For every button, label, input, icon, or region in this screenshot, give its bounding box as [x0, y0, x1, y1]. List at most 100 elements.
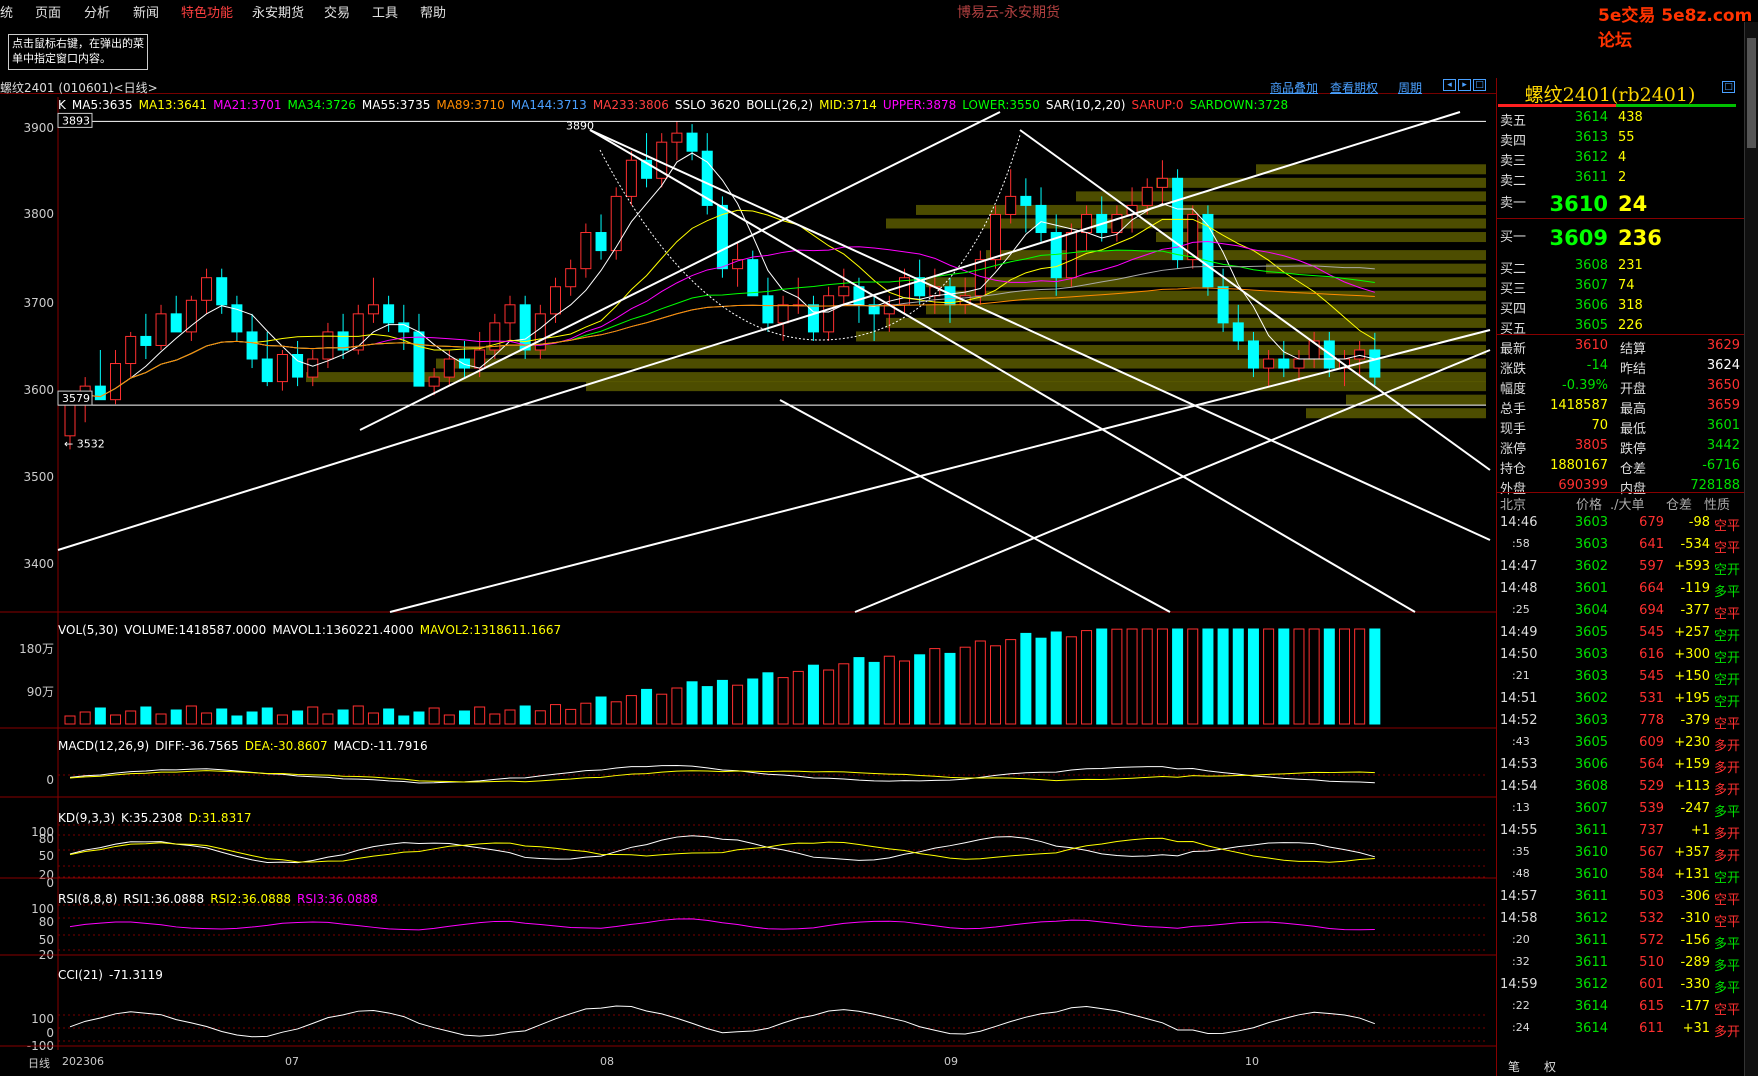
- right-scrollbar[interactable]: [1744, 22, 1758, 1076]
- volume-bar: [337, 709, 349, 725]
- tick-row: 14:58 3612 532 -310 空平: [1500, 911, 1740, 930]
- ask-row[interactable]: 卖四 3613 55: [1500, 130, 1740, 150]
- volume-bar: [641, 688, 653, 725]
- candle-body: [216, 277, 228, 306]
- volume-bar: [1263, 628, 1275, 725]
- volume-bar: [580, 702, 592, 725]
- candle-body: [428, 376, 440, 387]
- trend-line: [589, 129, 1416, 613]
- candle-body: [1232, 322, 1244, 342]
- tick-row: 14:51 3602 531 +195 空开: [1500, 691, 1740, 710]
- candle-body: [458, 358, 470, 369]
- volume-bar: [1141, 628, 1153, 725]
- volume-bar: [1187, 628, 1199, 725]
- volume-bar: [625, 695, 637, 725]
- kline-chart[interactable]: 389335793890← 3532: [0, 0, 1496, 1076]
- candle-body: [276, 354, 288, 383]
- bid-row[interactable]: 买二 3608 231: [1500, 258, 1740, 278]
- volume-bar: [383, 708, 395, 725]
- volume-bar: [1081, 630, 1093, 725]
- ask-row[interactable]: 卖五 3614 438: [1500, 110, 1740, 130]
- tick-header-vol: ./大单: [1610, 498, 1645, 513]
- candle-body: [1020, 195, 1032, 206]
- bid-row[interactable]: 买三 3607 74: [1500, 278, 1740, 298]
- volume-bar: [792, 670, 804, 725]
- volume-bar: [656, 693, 668, 725]
- candle-body: [990, 213, 1002, 261]
- inner-bar: [1616, 104, 1736, 107]
- stat-row: 持仓 1880167 仓差 -6716: [1500, 458, 1740, 477]
- volume-bar: [367, 712, 379, 725]
- candle-body: [1263, 358, 1275, 369]
- tab-rights[interactable]: 权: [1544, 1058, 1556, 1075]
- quote-expand-icon[interactable]: □: [1722, 81, 1735, 93]
- tick-row: 14:55 3611 737 +1 多开: [1500, 823, 1740, 842]
- volume-bar: [898, 660, 910, 725]
- tick-header-price: 价格: [1576, 498, 1603, 513]
- volume-bar: [671, 687, 683, 725]
- volume-bar: [504, 709, 516, 725]
- candle-body: [504, 304, 516, 324]
- volume-bar: [868, 661, 880, 725]
- volume-bar: [64, 715, 76, 725]
- tick-row: :24 3614 611 +31 多开: [1512, 1021, 1740, 1040]
- high-box-label: 3893: [62, 114, 90, 127]
- volume-bar: [610, 701, 622, 725]
- candle-body: [170, 313, 182, 333]
- watermark: 5e交易 5e8z.com 论坛: [1598, 6, 1753, 51]
- volume-profile-bar: [1306, 408, 1486, 419]
- candle-body: [898, 277, 910, 306]
- volume-bar: [201, 712, 213, 725]
- volume-bar: [352, 705, 364, 725]
- divider: [1496, 218, 1744, 219]
- candle-body: [94, 385, 106, 401]
- candle-body: [261, 358, 273, 383]
- tab-ticks[interactable]: 笔: [1508, 1058, 1520, 1075]
- tick-row: 14:48 3601 664 -119 多平: [1500, 581, 1740, 600]
- candle-body: [443, 358, 455, 378]
- volume-profile-bar: [1076, 191, 1486, 202]
- macd-diff-line: [69, 764, 1375, 784]
- tick-row: :58 3603 641 -534 空平: [1512, 537, 1740, 556]
- volume-bar: [443, 714, 455, 725]
- bid-row[interactable]: 买一 3609 236: [1500, 226, 1740, 250]
- candle-body: [550, 286, 562, 315]
- volume-bar: [94, 707, 106, 725]
- candle-body: [367, 304, 379, 315]
- tick-row: 14:52 3603 778 -379 空平: [1500, 713, 1740, 732]
- candle-body: [777, 304, 789, 324]
- bid-row[interactable]: 买四 3606 318: [1500, 298, 1740, 318]
- volume-bar: [959, 646, 971, 725]
- candle-body: [625, 159, 637, 197]
- candle-body: [762, 295, 774, 324]
- volume-bar: [732, 684, 744, 725]
- volume-bar: [929, 648, 941, 725]
- volume-bar: [398, 715, 410, 725]
- tick-row: 14:57 3611 503 -306 空平: [1500, 889, 1740, 908]
- volume-bar: [185, 705, 197, 725]
- tick-row: 14:49 3605 545 +257 空开: [1500, 625, 1740, 644]
- volume-bar: [1065, 636, 1077, 725]
- volume-bar: [914, 654, 926, 725]
- volume-bar: [216, 708, 228, 725]
- tick-row: 14:47 3602 597 +593 空开: [1500, 559, 1740, 578]
- volume-bar: [413, 711, 425, 725]
- stat-row: 涨跌 -14 昨结 3624: [1500, 358, 1740, 377]
- volume-bar: [1020, 632, 1032, 725]
- ask-row[interactable]: 卖一 3610 24: [1500, 192, 1740, 216]
- volume-bar: [519, 705, 531, 725]
- volume-bar: [550, 704, 562, 725]
- volume-bar: [1232, 628, 1244, 725]
- volume-bar: [534, 710, 546, 725]
- scroll-thumb[interactable]: [1747, 38, 1756, 148]
- volume-bar: [595, 696, 607, 725]
- ask-row[interactable]: 卖三 3612 4: [1500, 150, 1740, 170]
- ask-row[interactable]: 卖二 3611 2: [1500, 170, 1740, 190]
- bid-row[interactable]: 买五 3605 226: [1500, 318, 1740, 338]
- volume-bar: [231, 715, 243, 725]
- volume-bar: [489, 713, 501, 725]
- tick-row: 14:46 3603 679 -98 空平: [1500, 515, 1740, 534]
- volume-bar: [110, 714, 122, 725]
- candle-body: [201, 277, 213, 301]
- volume-bar: [762, 672, 774, 725]
